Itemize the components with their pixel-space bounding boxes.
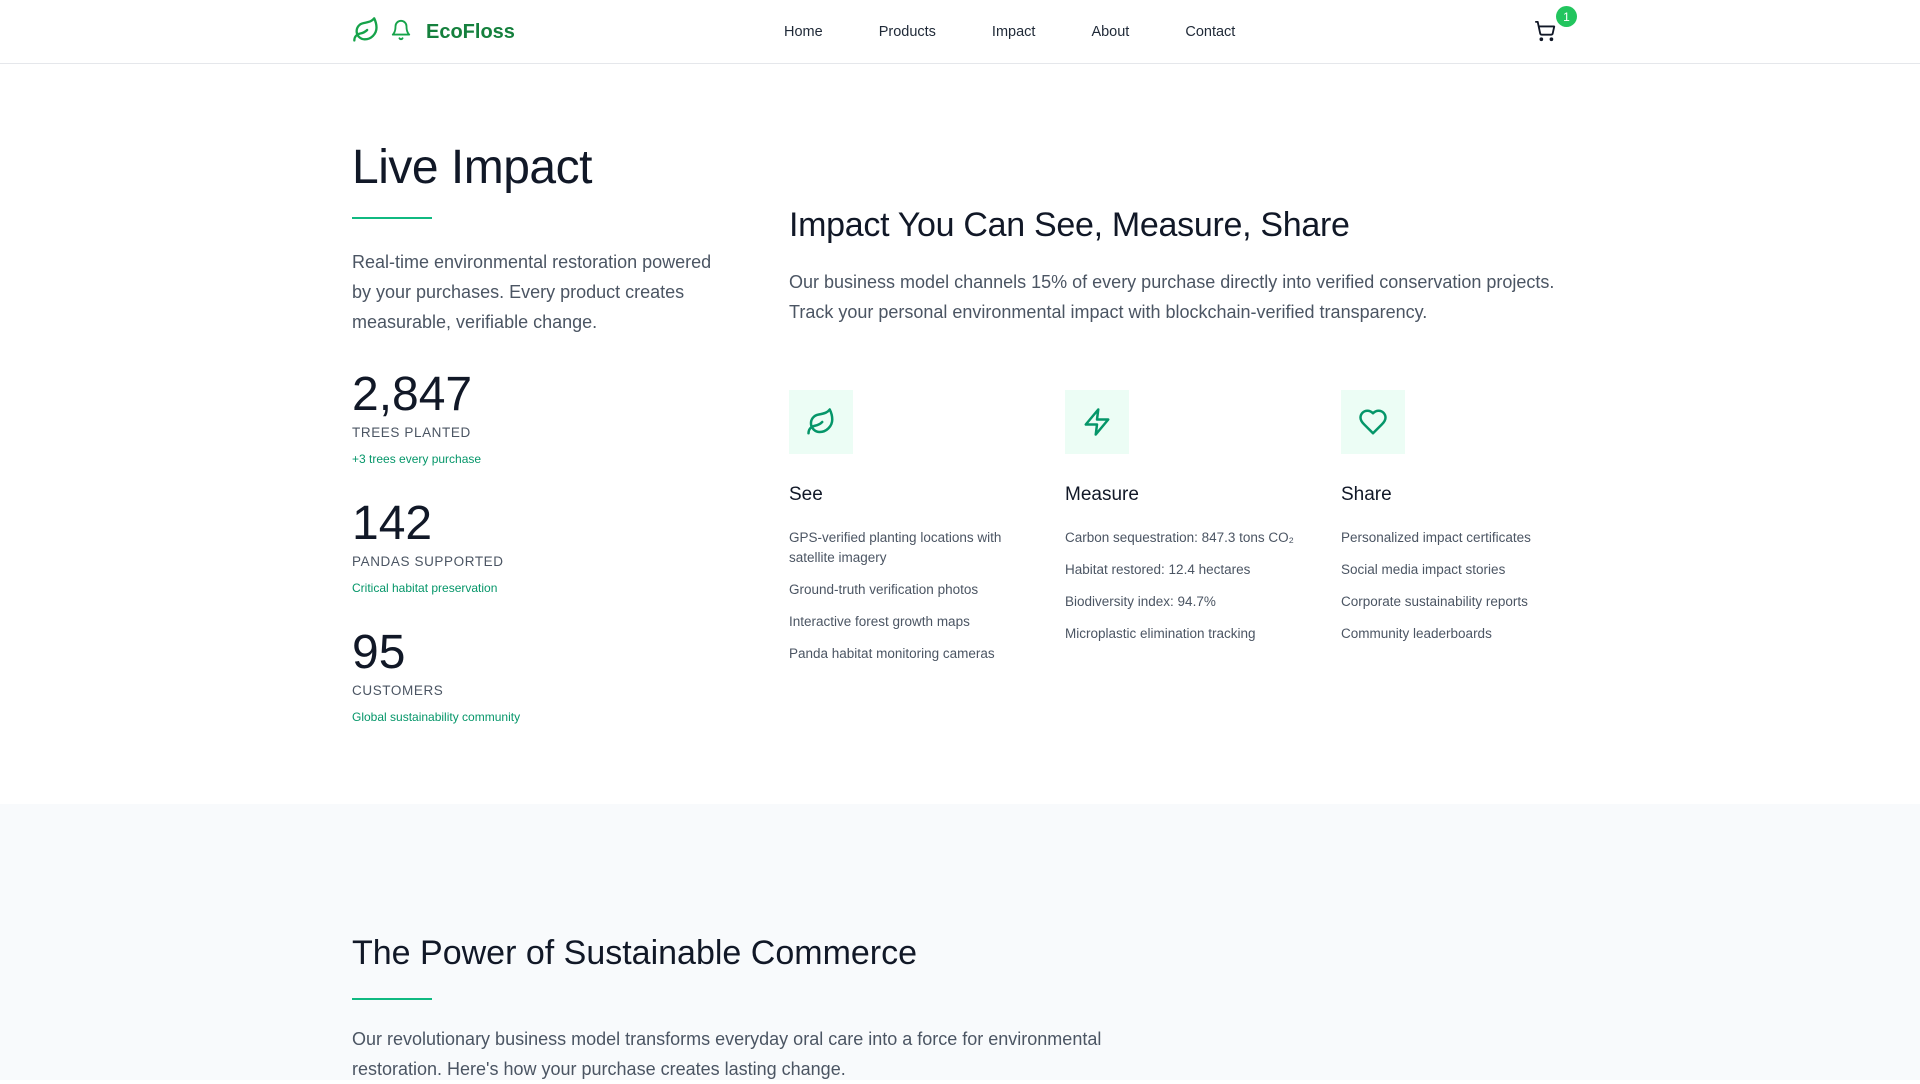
stat-customers: 95 CUSTOMERS Global sustainability commu…: [352, 625, 712, 724]
pillar-list: Personalized impact certificates Social …: [1341, 528, 1617, 644]
pillar-see: See GPS-verified planting locations with…: [789, 390, 1065, 676]
nav-link-impact[interactable]: Impact: [992, 24, 1036, 40]
nav-link-products[interactable]: Products: [879, 24, 936, 40]
commerce-description: Our revolutionary business model transfo…: [352, 1029, 1102, 1079]
commerce-title: The Power of Sustainable Commerce: [352, 934, 918, 972]
pillar-list: GPS-verified planting locations with sat…: [789, 528, 1065, 664]
pillar-title: Share: [1341, 484, 1392, 505]
brand-name: EcoFloss: [426, 20, 515, 43]
live-impact-title: Live Impact: [352, 141, 592, 194]
live-impact-section: Live Impact Real-time environmental rest…: [352, 140, 712, 724]
list-item: Microplastic elimination tracking: [1065, 626, 1256, 641]
impact-pillars: See GPS-verified planting locations with…: [789, 390, 1617, 676]
list-item: Carbon sequestration: 847.3 tons CO₂: [1065, 530, 1294, 545]
pillar-title: See: [789, 484, 823, 505]
list-item: Interactive forest growth maps: [789, 614, 970, 629]
leaf-logo-icon: [352, 16, 380, 49]
nav-link-home[interactable]: Home: [784, 24, 823, 40]
pillar-measure: Measure Carbon sequestration: 847.3 tons…: [1065, 390, 1341, 676]
list-item: Biodiversity index: 94.7%: [1065, 594, 1216, 609]
list-item: Social media impact stories: [1341, 562, 1506, 577]
title-divider: [352, 217, 432, 219]
stat-note: Critical habitat preservation: [352, 581, 498, 595]
stat-pandas: 142 PANDAS SUPPORTED Critical habitat pr…: [352, 496, 712, 595]
list-item: Personalized impact certificates: [1341, 530, 1531, 545]
list-item: Corporate sustainability reports: [1341, 594, 1528, 609]
list-item: Community leaderboards: [1341, 626, 1492, 641]
nav-link-contact[interactable]: Contact: [1185, 24, 1235, 40]
list-item: Ground-truth verification photos: [789, 582, 979, 597]
list-item: GPS-verified planting locations with sat…: [789, 530, 1002, 565]
cart-count-badge: 1: [1556, 6, 1577, 27]
stat-value: 142: [352, 497, 433, 550]
live-impact-intro: Real-time environmental restoration powe…: [352, 252, 712, 332]
main-menu: Home Products Impact About Contact: [784, 0, 1235, 64]
impact-description: Our business model channels 15% of every…: [789, 272, 1555, 322]
list-item: Panda habitat monitoring cameras: [789, 646, 995, 661]
stat-trees: 2,847 TREES PLANTED +3 trees every purch…: [352, 367, 712, 466]
stat-value: 95: [352, 626, 406, 679]
leaf-icon: [789, 390, 853, 454]
stat-label: PANDAS SUPPORTED: [352, 554, 504, 569]
nav-link-about[interactable]: About: [1091, 24, 1129, 40]
pillar-title: Measure: [1065, 484, 1139, 505]
stat-note: +3 trees every purchase: [352, 452, 482, 466]
stat-note: Global sustainability community: [352, 710, 521, 724]
brand-logo[interactable]: EcoFloss: [352, 16, 515, 48]
lightning-icon: [1065, 390, 1129, 454]
stat-label: TREES PLANTED: [352, 425, 471, 440]
bell-icon: [390, 19, 412, 46]
impact-section: Impact You Can See, Measure, Share Our b…: [789, 206, 1589, 327]
stat-value: 2,847: [352, 368, 473, 421]
top-nav: EcoFloss Home Products Impact About Cont…: [0, 0, 1920, 64]
impact-title: Impact You Can See, Measure, Share: [789, 206, 1350, 244]
pillar-share: Share Personalized impact certificates S…: [1341, 390, 1617, 676]
list-item: Habitat restored: 12.4 hectares: [1065, 562, 1251, 577]
title-divider: [352, 998, 432, 1000]
pillar-list: Carbon sequestration: 847.3 tons CO₂ Hab…: [1065, 528, 1341, 644]
cart-icon[interactable]: [1534, 20, 1558, 44]
sustainable-commerce-section: The Power of Sustainable Commerce Our re…: [0, 804, 1920, 1080]
heart-icon: [1341, 390, 1405, 454]
stat-label: CUSTOMERS: [352, 683, 444, 698]
